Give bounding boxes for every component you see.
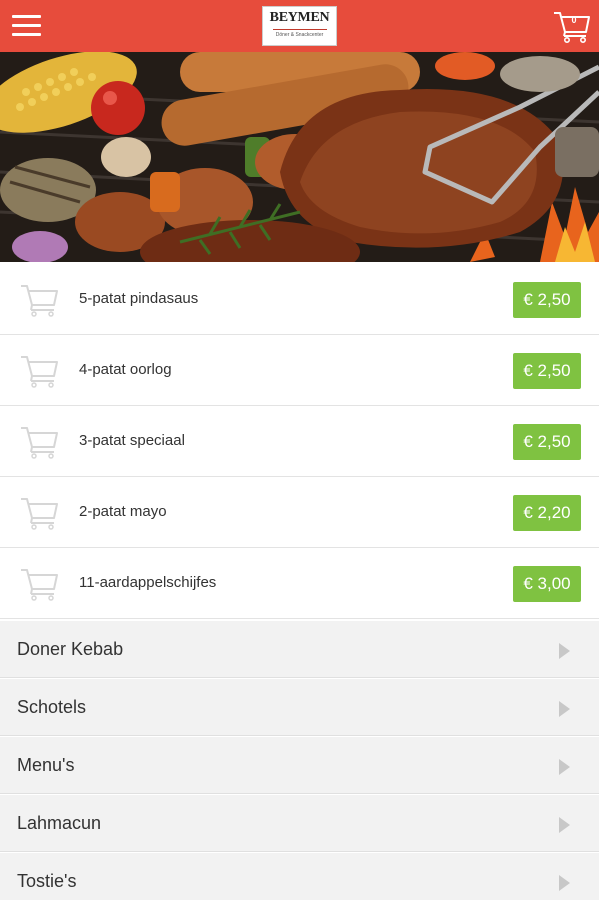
hero-food-image [0, 52, 599, 262]
category-label: Tostie's [17, 871, 77, 891]
product-name: 11-aardappelschijfes [79, 574, 217, 591]
product-row[interactable]: 4-patat oorlog € 2,50 [0, 335, 599, 406]
product-name: 5-patat pindasaus [79, 290, 199, 307]
product-name: 2-patat mayo [79, 503, 167, 520]
cart-count: 0 [571, 15, 577, 25]
product-name: 4-patat oorlog [79, 361, 172, 378]
price-button[interactable]: € 2,50 [513, 424, 581, 460]
category-label: Schotels [17, 697, 87, 717]
price-button[interactable]: € 2,50 [513, 282, 581, 318]
chevron-right-icon [559, 875, 570, 891]
price-button[interactable]: € 2,50 [513, 353, 581, 389]
logo-subtitle: Döner & Snackcenter [275, 32, 324, 38]
add-to-cart-icon[interactable] [19, 566, 61, 602]
chevron-right-icon [559, 643, 570, 659]
hamburger-menu-icon[interactable] [12, 13, 42, 39]
product-name: 3-patat speciaal [79, 432, 185, 449]
app-header: BEYMEN Döner & Snackcenter 0 [0, 0, 599, 52]
chevron-right-icon [559, 759, 570, 775]
add-to-cart-icon[interactable] [19, 353, 61, 389]
add-to-cart-icon[interactable] [19, 495, 61, 531]
product-row[interactable]: 11-aardappelschijfes € 3,00 [0, 548, 599, 619]
category-label: Lahmacun [17, 813, 102, 833]
shopping-cart-icon[interactable]: 0 [552, 8, 592, 44]
category-menus[interactable]: Menu's [0, 737, 599, 794]
add-to-cart-icon[interactable] [19, 282, 61, 318]
category-lahmacun[interactable]: Lahmacun [0, 795, 599, 852]
category-tosties[interactable]: Tostie's [0, 853, 599, 900]
product-row[interactable]: 3-patat speciaal € 2,50 [0, 406, 599, 477]
add-to-cart-icon[interactable] [19, 424, 61, 460]
chevron-right-icon [559, 817, 570, 833]
logo-text: BEYMEN [269, 10, 330, 25]
brand-logo[interactable]: BEYMEN Döner & Snackcenter [262, 6, 337, 46]
category-schotels[interactable]: Schotels [0, 679, 599, 736]
category-doner-kebab[interactable]: Doner Kebab [0, 621, 599, 678]
category-label: Doner Kebab [17, 639, 124, 659]
price-button[interactable]: € 3,00 [513, 566, 581, 602]
chevron-right-icon [559, 701, 570, 717]
category-label: Menu's [17, 755, 75, 775]
product-row[interactable]: 5-patat pindasaus € 2,50 [0, 264, 599, 335]
product-row[interactable]: 2-patat mayo € 2,20 [0, 477, 599, 548]
price-button[interactable]: € 2,20 [513, 495, 581, 531]
